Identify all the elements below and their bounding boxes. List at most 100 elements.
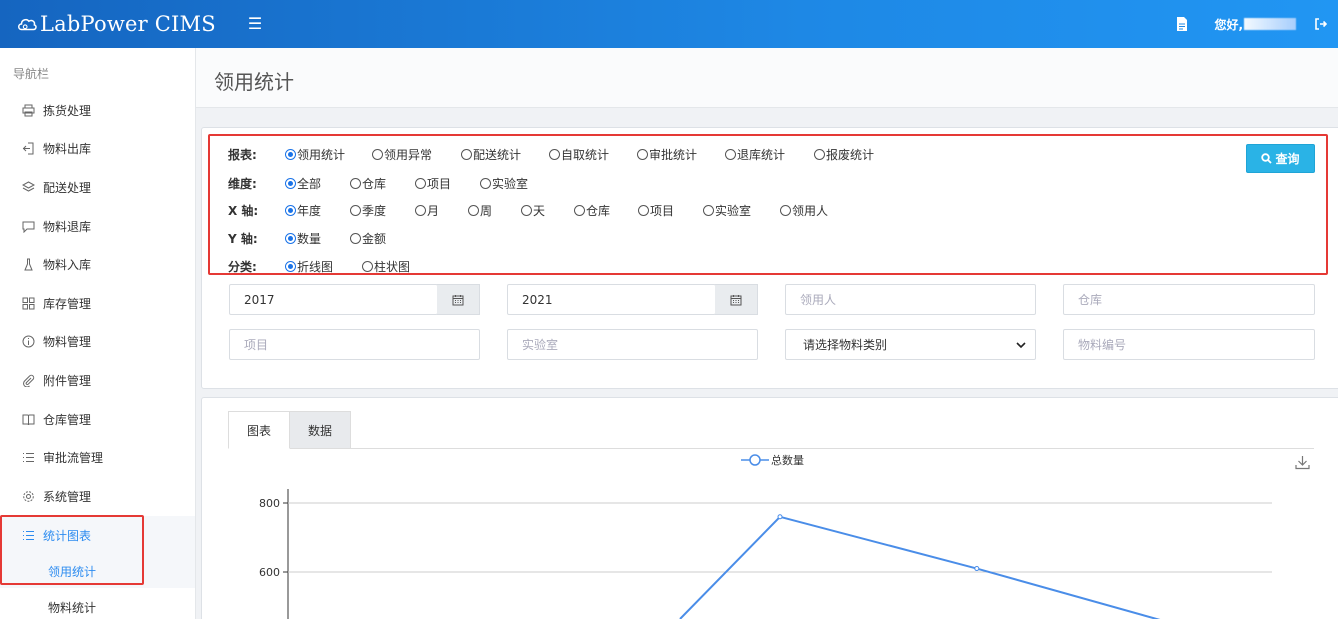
radio-report-usage[interactable]: 领用统计 (285, 146, 372, 163)
cloud-logo-icon (18, 18, 37, 31)
radio-label: 实验室 (715, 203, 752, 218)
radio-dot (285, 148, 296, 160)
radio-y-quantity[interactable]: 数量 (285, 230, 350, 247)
book-icon (22, 413, 35, 426)
radio-label: 仓库 (586, 203, 611, 218)
radio-dot (415, 204, 426, 216)
radio-dot (725, 148, 736, 160)
report-row: 报表: 领用统计 领用异常 配送统计 自取统计 审批统计 退库统计 报废统计 (228, 145, 902, 163)
sidebar-item-system[interactable]: 系统管理 (0, 477, 195, 515)
sidebar-subitem-usage-stats[interactable]: 领用统计 (0, 554, 195, 588)
sidebar-item-return[interactable]: 物料退库 (0, 207, 195, 245)
sidebar-item-label: 库存管理 (43, 296, 92, 311)
menu-toggle-icon[interactable]: ☰ (245, 14, 265, 34)
radio-x-day[interactable]: 天 (521, 202, 574, 219)
sidebar-item-delivery[interactable]: 配送处理 (0, 168, 195, 206)
radio-dot (814, 148, 825, 160)
radio-dot (703, 204, 714, 216)
radio-x-warehouse[interactable]: 仓库 (574, 202, 638, 219)
radio-label: 折线图 (297, 259, 334, 274)
sidebar-item-materials[interactable]: 物料管理 (0, 322, 195, 360)
sidebar-item-label: 物料入库 (43, 257, 92, 272)
radio-report-scrap[interactable]: 报废统计 (814, 146, 902, 163)
sidebar-item-warehouse[interactable]: 仓库管理 (0, 400, 195, 438)
radio-category-bar[interactable]: 柱状图 (362, 258, 422, 275)
sidebar-item-inventory[interactable]: 库存管理 (0, 284, 195, 322)
material-code-input[interactable]: 物料编号 (1063, 329, 1315, 360)
end-date-picker[interactable] (715, 284, 758, 315)
radio-dot (637, 148, 648, 160)
radio-x-year[interactable]: 年度 (285, 202, 350, 219)
sidebar-item-outbound[interactable]: 物料出库 (0, 129, 195, 167)
lab-input[interactable]: 实验室 (507, 329, 758, 360)
radio-label: 仓库 (362, 176, 387, 191)
top-navbar: LabPower CIMS ☰ 您好, (0, 0, 1338, 48)
radio-dimension-project[interactable]: 项目 (415, 175, 480, 192)
material-category-select[interactable]: 请选择物料类别 (785, 329, 1036, 360)
radio-dot (638, 204, 649, 216)
top-right-area: 您好, (1174, 0, 1328, 48)
sidebar-item-approval-flow[interactable]: 审批流管理 (0, 438, 195, 476)
tab-chart[interactable]: 图表 (228, 411, 290, 449)
recipient-input[interactable]: 领用人 (785, 284, 1036, 315)
radio-dimension-warehouse[interactable]: 仓库 (350, 175, 415, 192)
sidebar-item-label: 仓库管理 (43, 412, 92, 427)
calendar-icon (452, 294, 464, 305)
gear-icon (22, 490, 35, 503)
logout-icon[interactable] (1314, 17, 1328, 31)
info-circle-icon (22, 335, 35, 348)
project-input[interactable]: 项目 (229, 329, 480, 360)
radio-x-week[interactable]: 周 (468, 202, 521, 219)
sidebar-subitem-material-stats[interactable]: 物料统计 (0, 590, 195, 619)
sidebar-item-picking[interactable]: 拣货处理 (0, 91, 195, 129)
radio-dimension-lab[interactable]: 实验室 (480, 175, 550, 192)
radio-x-lab[interactable]: 实验室 (703, 202, 780, 219)
radio-label: 实验室 (492, 176, 529, 191)
sidebar-item-label: 物料退库 (43, 219, 92, 234)
radio-y-amount[interactable]: 金额 (350, 230, 410, 247)
radio-report-approval[interactable]: 审批统计 (637, 146, 725, 163)
radio-dot (285, 260, 296, 272)
radio-dot (549, 148, 560, 160)
radio-x-project[interactable]: 项目 (638, 202, 703, 219)
radio-report-abnormal[interactable]: 领用异常 (372, 146, 461, 163)
radio-report-delivery[interactable]: 配送统计 (461, 146, 549, 163)
radio-category-line[interactable]: 折线图 (285, 258, 362, 275)
sidebar-item-attachments[interactable]: 附件管理 (0, 361, 195, 399)
radio-x-month[interactable]: 月 (415, 202, 468, 219)
flask-icon (22, 258, 35, 271)
document-icon[interactable] (1174, 16, 1190, 32)
y-tick-label: 600 (259, 566, 280, 579)
radio-dimension-all[interactable]: 全部 (285, 175, 350, 192)
start-year-input[interactable]: 2017 (229, 284, 438, 315)
sidebar-item-inbound[interactable]: 物料入库 (0, 245, 195, 283)
radio-x-recipient[interactable]: 领用人 (780, 202, 840, 219)
nav-title: 导航栏 (13, 67, 50, 81)
usage-line-chart: 600 800 (259, 489, 1272, 619)
sidebar-item-label: 物料管理 (43, 334, 92, 349)
end-year-input[interactable]: 2021 (507, 284, 716, 315)
radio-dot (574, 204, 585, 216)
radio-label: 全部 (297, 176, 322, 191)
sidebar-item-label: 物料出库 (43, 141, 92, 156)
sidebar-item-statistics[interactable]: 统计图表 (0, 516, 195, 554)
x-axis-row: X 轴: 年度 季度 月 周 天 仓库 项目 实验室 领用人 (228, 201, 840, 219)
radio-label: 月 (427, 203, 440, 218)
radio-report-self-pickup[interactable]: 自取统计 (549, 146, 637, 163)
brand-logo[interactable]: LabPower CIMS (16, 8, 216, 40)
search-icon (1261, 153, 1273, 164)
material-category-value: 请选择物料类别 (803, 338, 888, 352)
query-button[interactable]: 查询 (1246, 144, 1315, 173)
printer-icon (22, 104, 35, 117)
radio-dot (461, 148, 472, 160)
page-title: 领用统计 (214, 70, 294, 94)
radio-x-quarter[interactable]: 季度 (350, 202, 415, 219)
warehouse-input[interactable]: 仓库 (1063, 284, 1315, 315)
list-icon (22, 529, 35, 542)
radio-dot (350, 204, 361, 216)
sidebar-item-label: 审批流管理 (43, 450, 104, 465)
tab-data[interactable]: 数据 (290, 411, 351, 449)
radio-dot (285, 232, 296, 244)
radio-report-return[interactable]: 退库统计 (725, 146, 814, 163)
start-date-picker[interactable] (437, 284, 480, 315)
